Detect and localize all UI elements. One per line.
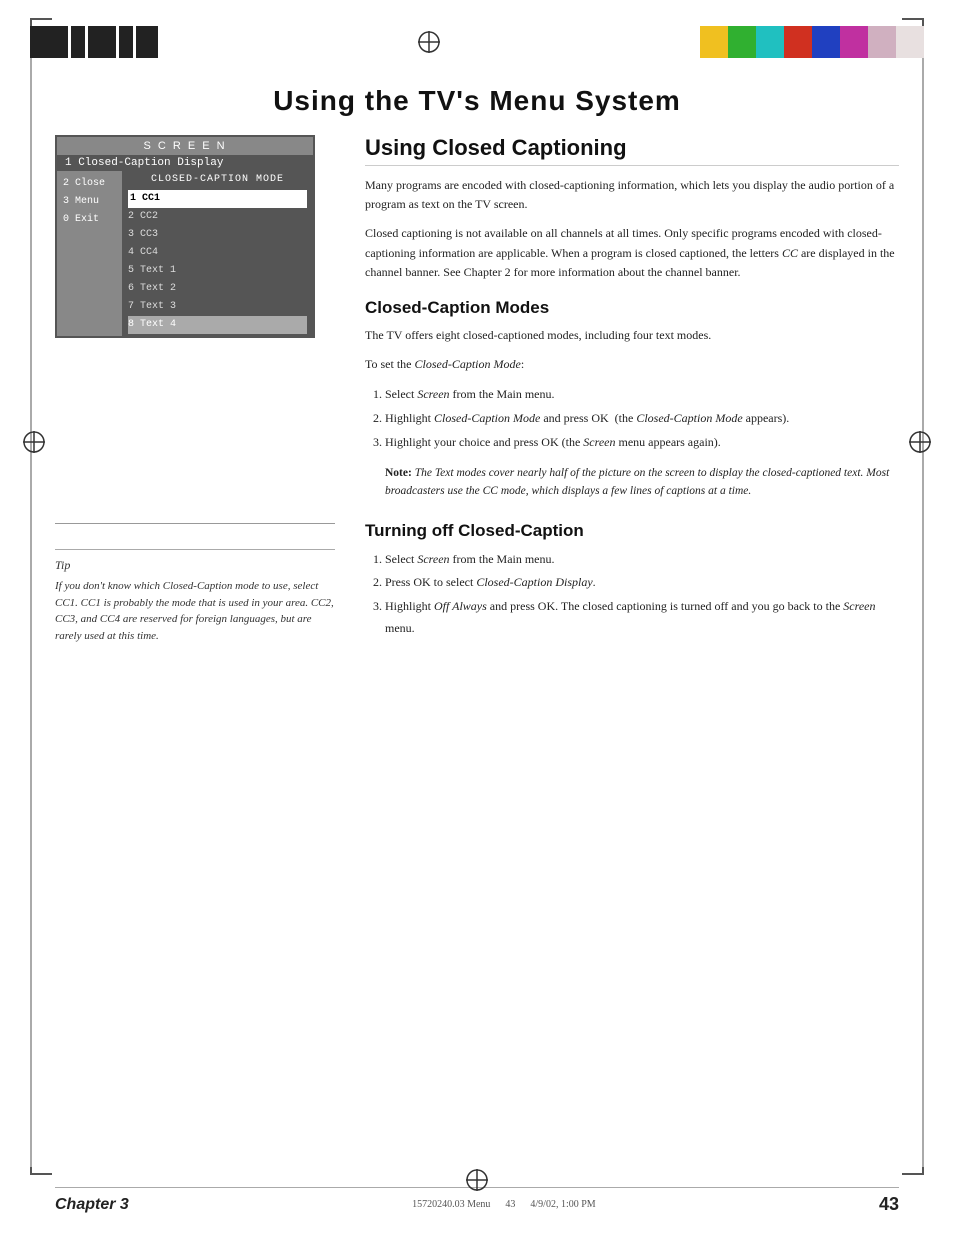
section-using-closed-captioning-title: Using Closed Captioning <box>365 135 899 166</box>
black-strip-1 <box>30 26 68 58</box>
corner-br <box>902 1153 924 1175</box>
footer-page-number: 43 <box>879 1194 899 1215</box>
footer-date: 4/9/02, 1:00 PM <box>530 1199 595 1210</box>
tv-menu-close: 2 Close <box>63 175 116 193</box>
black-strip-5 <box>136 26 158 58</box>
body-para-1: Many programs are encoded with closed-ca… <box>365 176 899 214</box>
tv-submenu-text4: 8 Text 4 <box>128 316 307 334</box>
tv-submenu-cc3: 3 CC3 <box>128 226 307 244</box>
side-line-right <box>922 55 924 1167</box>
tip-text: If you don't know which Closed-Caption m… <box>55 578 335 644</box>
tv-submenu-items: 1 CC1 2 CC2 3 CC3 4 CC4 5 Text 1 6 Text … <box>122 188 313 336</box>
body-para-2: Closed captioning is not available on al… <box>365 224 899 282</box>
black-strip-3 <box>88 26 116 58</box>
modes-intro: The TV offers eight closed-captioned mod… <box>365 326 899 345</box>
tv-menu-main: 2 Close 3 Menu 0 Exit CLOSED-CAPTION MOD… <box>57 171 313 336</box>
top-center-crosshair <box>417 30 441 54</box>
color-strip-red <box>784 26 812 58</box>
tv-submenu-cc1: 1 CC1 <box>128 190 307 208</box>
tv-menu-exit: 0 Exit <box>63 211 116 229</box>
corner-bl <box>30 1153 52 1175</box>
separator-line <box>55 523 335 524</box>
footer-chapter: Chapter 3 <box>55 1196 129 1214</box>
tv-submenu-cc2: 2 CC2 <box>128 208 307 226</box>
tv-submenu-title: CLOSED-CAPTION MODE <box>122 171 313 188</box>
color-strips <box>700 26 924 58</box>
color-strip-magenta <box>840 26 868 58</box>
footer-doc-number: 15720240.03 Menu <box>412 1199 490 1210</box>
black-strip-4 <box>119 26 133 58</box>
turning-off-step-3: Highlight Off Always and press OK. The c… <box>385 596 899 639</box>
tv-menu-submenu: CLOSED-CAPTION MODE 1 CC1 2 CC2 3 CC3 4 … <box>122 171 313 336</box>
black-strip-2 <box>71 26 85 58</box>
bar-left <box>30 26 158 58</box>
side-line-left <box>30 55 32 1167</box>
bar-right <box>700 26 924 58</box>
note-text: Note: The Text modes cover nearly half o… <box>385 465 899 501</box>
section-modes-title: Closed-Caption Modes <box>365 298 899 318</box>
color-strip-ltgray <box>868 26 896 58</box>
top-bar <box>0 18 954 66</box>
to-set-label: To set the Closed-Caption Mode: <box>365 355 899 374</box>
right-column: Using Closed Captioning Many programs ar… <box>365 135 899 1155</box>
color-strip-white <box>896 26 924 58</box>
footer-center: 15720240.03 Menu 43 4/9/02, 1:00 PM <box>149 1199 859 1210</box>
note-box: Note: The Text modes cover nearly half o… <box>385 461 899 505</box>
modes-step-1: Select Screen from the Main menu. <box>385 384 899 406</box>
color-strip-green <box>728 26 756 58</box>
left-column: S C R E E N 1 Closed-Caption Display 2 C… <box>55 135 335 1155</box>
tv-submenu-cc4: 4 CC4 <box>128 244 307 262</box>
main-content: S C R E E N 1 Closed-Caption Display 2 C… <box>55 135 899 1155</box>
section-turning-off-title: Turning off Closed-Caption <box>365 521 899 541</box>
tv-submenu-text2: 6 Text 2 <box>128 280 307 298</box>
turning-off-step-1: Select Screen from the Main menu. <box>385 549 899 571</box>
turning-off-step-2: Press OK to select Closed-Caption Displa… <box>385 572 899 594</box>
side-crosshair-left <box>22 430 46 459</box>
modes-steps: Select Screen from the Main menu. Highli… <box>365 384 899 453</box>
black-strips <box>30 26 158 58</box>
tip-box: Tip If you don't know which Closed-Capti… <box>55 549 335 644</box>
tv-menu-screen-title: S C R E E N <box>57 137 313 155</box>
modes-step-2: Highlight Closed-Caption Mode and press … <box>385 408 899 430</box>
bottom-crosshair <box>465 1168 489 1197</box>
color-strip-cyan <box>756 26 784 58</box>
tv-submenu-text1: 5 Text 1 <box>128 262 307 280</box>
side-crosshair-right <box>908 430 932 459</box>
color-strip-blue <box>812 26 840 58</box>
turning-off-steps: Select Screen from the Main menu. Press … <box>365 549 899 639</box>
page-title: Using the TV's Menu System <box>0 85 954 117</box>
tv-submenu-text3: 7 Text 3 <box>128 298 307 316</box>
tv-menu-left-items: 2 Close 3 Menu 0 Exit <box>57 171 122 336</box>
footer-page-num-center: 43 <box>505 1199 515 1210</box>
modes-step-3: Highlight your choice and press OK (the … <box>385 432 899 454</box>
color-strip-yellow <box>700 26 728 58</box>
tv-menu-item-closed-caption: 1 Closed-Caption Display <box>57 155 313 171</box>
tv-menu-screenshot: S C R E E N 1 Closed-Caption Display 2 C… <box>55 135 315 338</box>
tv-menu-menu: 3 Menu <box>63 193 116 211</box>
tip-label: Tip <box>55 558 335 573</box>
